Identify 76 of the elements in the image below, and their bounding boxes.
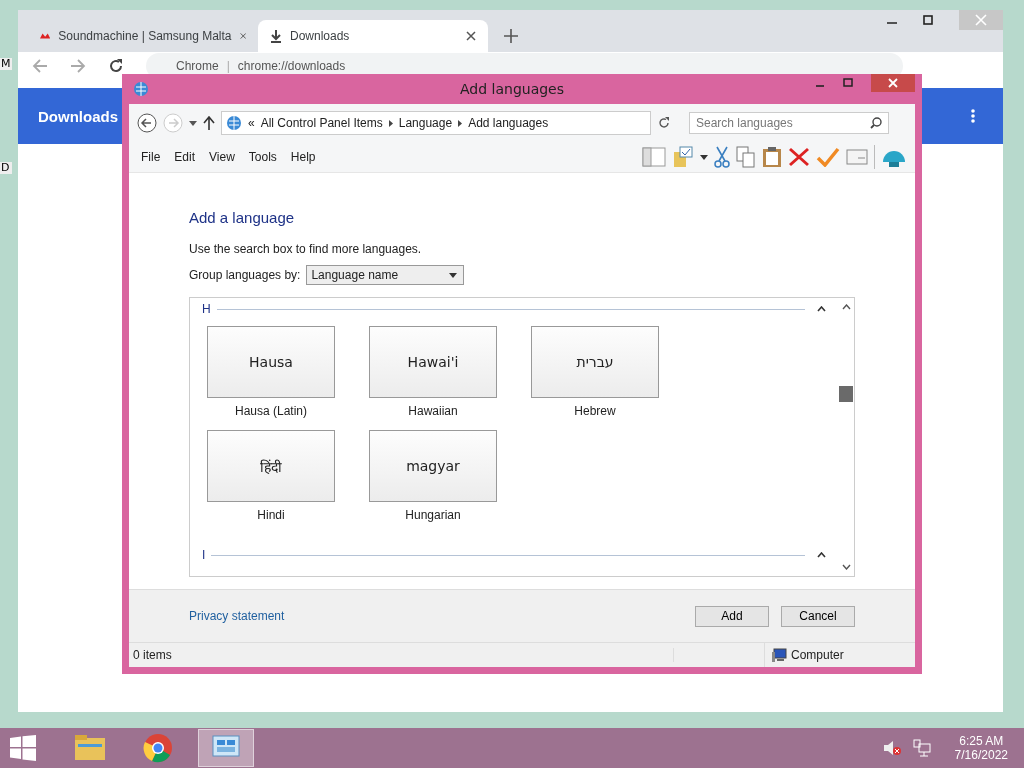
language-tile[interactable]: हिंदी	[207, 430, 335, 502]
zone-label: Computer	[791, 648, 844, 662]
section-heading: Add a language	[189, 209, 296, 226]
language-name: Hebrew	[574, 404, 616, 418]
clipboard-icon[interactable]	[762, 146, 782, 168]
network-icon[interactable]	[912, 739, 931, 757]
menu-item[interactable]: Help	[286, 150, 320, 164]
delete-icon[interactable]	[788, 147, 810, 167]
globe-icon	[133, 81, 149, 97]
hint-text: Use the search box to find more languages.	[189, 242, 423, 256]
desktop-icon-label: M	[0, 58, 12, 70]
scissors-icon[interactable]	[714, 146, 730, 168]
close-icon[interactable]	[466, 31, 476, 41]
browser-tab[interactable]: Soundmachine | Samsung Malta	[28, 20, 258, 52]
close-icon[interactable]	[871, 74, 915, 92]
forward-icon[interactable]	[70, 58, 86, 74]
language-tile[interactable]: Hausa	[207, 326, 335, 398]
group-by-dropdown[interactable]: Language name	[306, 265, 465, 285]
language-name: Hawaiian	[408, 404, 458, 418]
group-by-label: Group languages by:	[189, 268, 301, 282]
page-title: Downloads	[38, 107, 118, 125]
dropdown-caret-icon[interactable]	[700, 154, 708, 160]
group-letter: H	[202, 302, 211, 316]
back-icon[interactable]	[137, 113, 157, 133]
search-icon	[870, 117, 882, 129]
dialog-button[interactable]: Cancel	[781, 605, 855, 627]
browser-tab[interactable]: Downloads	[258, 20, 488, 52]
maximize-icon[interactable]	[923, 15, 933, 25]
tab-title: Soundmachine | Samsung Malta	[58, 29, 232, 43]
breadcrumb-arrow-icon[interactable]	[388, 119, 393, 127]
maximize-icon[interactable]	[843, 78, 853, 88]
globe-icon	[226, 115, 242, 131]
group-letter: I	[202, 548, 206, 562]
checkmark-icon[interactable]	[816, 147, 840, 167]
item-count: 0 items	[129, 648, 674, 662]
clock-date: 7/16/2022	[954, 748, 1008, 762]
dropdown-caret-icon[interactable]	[189, 120, 197, 126]
tab-title: Downloads	[290, 29, 351, 43]
menu-item[interactable]: Edit	[170, 150, 200, 164]
reload-icon[interactable]	[108, 58, 124, 74]
menu-item[interactable]: View	[205, 150, 239, 164]
folder-check-icon[interactable]	[672, 146, 694, 168]
privacy-link[interactable]: Privacy statement	[189, 609, 285, 623]
scroll-down-icon[interactable]	[841, 564, 851, 570]
download-icon	[270, 29, 282, 43]
search-field[interactable]: Search languages	[689, 112, 889, 134]
window-title: Add languages	[460, 81, 564, 97]
windows-logo-icon[interactable]	[10, 735, 36, 761]
language-tile[interactable]: עברית	[531, 326, 659, 398]
desktop-icon-label: D	[0, 162, 12, 174]
computer-icon	[771, 648, 787, 662]
address-bar[interactable]: « All Control Panel Items Language Add languages	[221, 111, 651, 135]
language-tile[interactable]: magyar	[369, 430, 497, 502]
breadcrumb-arrow-icon[interactable]	[458, 119, 463, 127]
up-arrow-icon[interactable]	[203, 116, 215, 130]
clock-time: 6:25 AM	[959, 734, 1004, 748]
dropdown-caret-icon	[449, 272, 458, 278]
control-panel-icon[interactable]	[198, 729, 254, 767]
new-tab-icon[interactable]	[504, 29, 518, 43]
language-name: Hausa (Latin)	[234, 404, 307, 418]
copy-icon[interactable]	[736, 146, 756, 168]
site-logo-icon	[40, 31, 51, 41]
language-tile[interactable]: Hawai'i	[369, 326, 497, 398]
scroll-thumb[interactable]	[839, 386, 853, 402]
dialog-button[interactable]: Add	[695, 605, 769, 627]
refresh-icon[interactable]	[657, 116, 671, 130]
collapse-icon[interactable]	[817, 552, 826, 558]
menu-item[interactable]: Tools	[244, 150, 281, 164]
language-name: Hungarian	[405, 508, 461, 522]
close-icon[interactable]	[239, 31, 246, 41]
more-icon[interactable]	[971, 109, 975, 123]
menu-item[interactable]: File	[137, 150, 165, 164]
language-name: Hindi	[257, 508, 285, 522]
scroll-up-icon[interactable]	[841, 304, 851, 310]
speaker-muted-icon[interactable]	[882, 740, 901, 756]
collapse-icon[interactable]	[817, 306, 826, 312]
